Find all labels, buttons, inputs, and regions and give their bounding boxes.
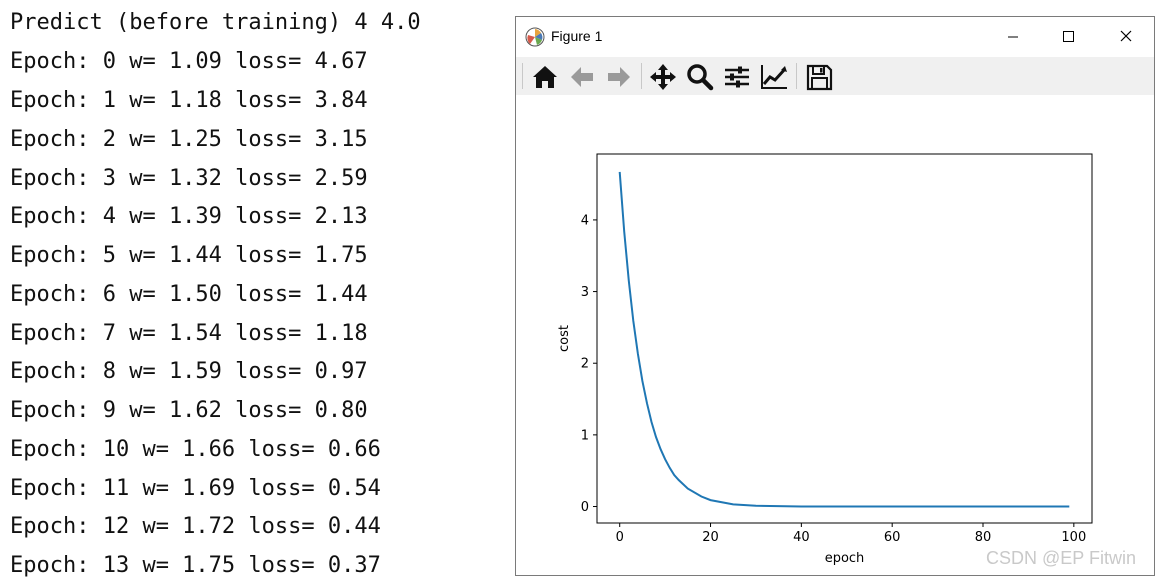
cost-series-line <box>618 171 1070 508</box>
console-line: Epoch: 6 w= 1.50 loss= 1.44 <box>10 282 368 307</box>
back-icon <box>571 67 593 87</box>
figure-window: Figure 1 0 20 40 60 80 100 0 1 2 3 4 epo… <box>515 16 1155 576</box>
y-tick-label: 0 <box>581 500 589 515</box>
console-line: Epoch: 2 w= 1.25 loss= 3.15 <box>10 127 368 152</box>
edit-axis-button[interactable] <box>759 62 789 92</box>
x-tick-label: 80 <box>975 530 992 545</box>
window-title: Figure 1 <box>551 28 603 44</box>
axes-frame <box>596 153 1093 524</box>
x-tick-label: 40 <box>793 530 810 545</box>
maximize-icon <box>1063 31 1074 42</box>
console-line: Epoch: 5 w= 1.44 loss= 1.75 <box>10 243 368 268</box>
configure-subplots-icon <box>725 66 749 88</box>
save-button[interactable] <box>804 62 834 92</box>
console-line: Predict (before training) 4 4.0 <box>10 10 421 35</box>
home-button[interactable] <box>530 62 560 92</box>
console-line: Epoch: 1 w= 1.18 loss= 3.84 <box>10 88 368 113</box>
console-line: Epoch: 13 w= 1.75 loss= 0.37 <box>10 553 381 578</box>
pan-button[interactable] <box>648 62 678 92</box>
back-button[interactable] <box>567 62 597 92</box>
y-tick-label: 3 <box>581 285 589 300</box>
forward-button[interactable] <box>604 62 634 92</box>
toolbar-separator <box>641 63 642 89</box>
configure-subplots-button[interactable] <box>722 62 752 92</box>
pan-icon <box>650 64 676 90</box>
matplotlib-app-icon <box>525 27 545 47</box>
console-line: Epoch: 0 w= 1.09 loss= 4.67 <box>10 49 368 74</box>
console-line: Epoch: 3 w= 1.32 loss= 2.59 <box>10 166 368 191</box>
toolbar-separator <box>796 63 797 89</box>
x-tick-label: 20 <box>702 530 719 545</box>
console-line: Epoch: 10 w= 1.66 loss= 0.66 <box>10 437 381 462</box>
close-button[interactable] <box>1104 23 1150 51</box>
toolbar-grip <box>522 63 523 89</box>
y-tick-label: 4 <box>581 213 589 228</box>
y-axis-label: cost <box>557 325 572 352</box>
minimize-button[interactable] <box>990 23 1036 51</box>
title-bar[interactable]: Figure 1 <box>516 17 1154 57</box>
y-tick-label: 2 <box>581 357 589 372</box>
watermark: CSDN @EP Fitwin <box>986 548 1136 568</box>
y-tick-label: 1 <box>581 428 589 443</box>
close-icon <box>1120 30 1132 42</box>
plot-canvas[interactable]: 0 20 40 60 80 100 0 1 2 3 4 epoch cost <box>516 95 1154 575</box>
console-line: Epoch: 12 w= 1.72 loss= 0.44 <box>10 514 381 539</box>
x-tick-label: 0 <box>616 530 624 545</box>
zoom-button[interactable] <box>685 62 715 92</box>
cost-line-chart: 0 20 40 60 80 100 0 1 2 3 4 epoch cost <box>557 153 1093 566</box>
console-line: Epoch: 7 w= 1.54 loss= 1.18 <box>10 321 368 346</box>
x-axis-label: epoch <box>825 551 865 566</box>
save-icon <box>806 64 833 91</box>
navigation-toolbar <box>516 57 1154 96</box>
console-line: Epoch: 9 w= 1.62 loss= 0.80 <box>10 398 368 423</box>
console-line: Epoch: 8 w= 1.59 loss= 0.97 <box>10 359 368 384</box>
edit-axis-icon <box>761 65 787 89</box>
console-line: Epoch: 4 w= 1.39 loss= 2.13 <box>10 204 368 229</box>
zoom-icon <box>687 64 714 91</box>
x-tick-label: 100 <box>1061 530 1086 545</box>
console-line: Epoch: 11 w= 1.69 loss= 0.54 <box>10 476 381 501</box>
minimize-icon <box>1008 36 1018 38</box>
x-tick-label: 60 <box>884 530 901 545</box>
home-icon <box>533 66 557 88</box>
maximize-button[interactable] <box>1045 23 1091 51</box>
forward-icon <box>608 67 630 87</box>
console-output: Predict (before training) 4 4.0 Epoch: 0 … <box>0 0 500 578</box>
